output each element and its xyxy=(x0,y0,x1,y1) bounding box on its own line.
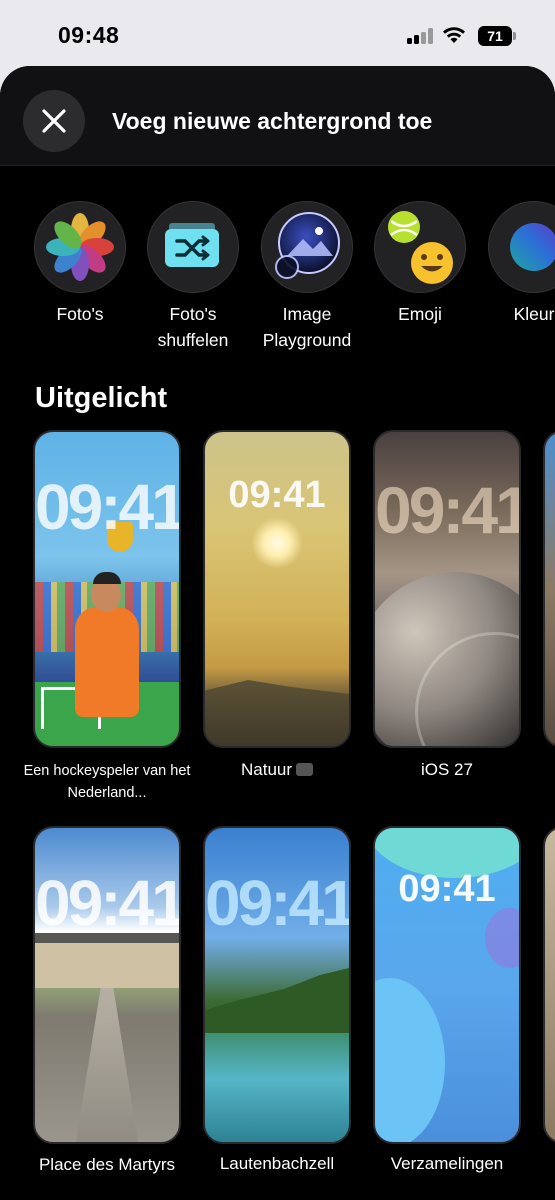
wallpaper-lautenbachzell[interactable]: 09:41 xyxy=(203,826,351,1144)
wallpaper-clock: 09:41 xyxy=(35,471,181,543)
wallpaper-caption: Verzamelingen xyxy=(390,1154,504,1173)
source-emoji[interactable]: Emoji xyxy=(360,201,480,327)
wallpaper-caption: Een hockeyspeler van het Nederland... xyxy=(23,763,191,801)
section-title-featured: Uitgelicht xyxy=(35,382,168,414)
wallpaper-caption: Lautenbachzell xyxy=(219,1154,335,1173)
source-photo-shuffle[interactable]: Foto's shuffelen xyxy=(133,201,253,353)
wallpaper-caption: Place des Martyrs xyxy=(38,1155,176,1174)
wallpaper-caption: Natuur xyxy=(192,758,362,782)
sheet-title: Voeg nieuwe achtergrond toe xyxy=(112,108,433,134)
wallpaper-clock: 09:41 xyxy=(205,867,351,939)
wallpaper-source-row: Foto's Foto's shuffelen Image Playground… xyxy=(0,201,555,361)
add-wallpaper-sheet: Voeg nieuwe achtergrond toe Foto's Foto'… xyxy=(0,66,555,1200)
close-button[interactable] xyxy=(23,90,85,152)
wallpaper-nature[interactable]: 09:41 xyxy=(203,430,351,748)
close-icon xyxy=(42,109,66,133)
battery-icon: 71 xyxy=(478,26,518,46)
wallpaper-clock: 09:41 xyxy=(398,868,496,910)
source-color[interactable]: Kleur xyxy=(474,201,555,327)
color-icon xyxy=(510,223,555,271)
wallpaper-clock: 09:41 xyxy=(35,867,181,939)
shuffle-icon xyxy=(296,763,314,776)
photos-icon xyxy=(46,213,114,281)
source-label: Image Playground xyxy=(262,304,352,350)
wallpaper-hockey-player[interactable]: 09:41 xyxy=(33,430,181,748)
source-label: Foto's xyxy=(56,304,104,324)
wallpaper-caption: iOS 27 xyxy=(421,760,473,779)
source-label: Emoji xyxy=(398,304,442,324)
image-playground-icon xyxy=(275,212,340,279)
source-label: Kleur xyxy=(513,304,555,324)
status-time: 09:48 xyxy=(58,22,120,48)
wallpaper-clock: 09:41 xyxy=(228,474,326,516)
source-label: Foto's shuffelen xyxy=(157,304,229,350)
wallpaper-next-peek[interactable] xyxy=(543,430,555,748)
emoji-icon xyxy=(388,211,453,284)
source-image-playground[interactable]: Image Playground xyxy=(247,201,367,353)
battery-level: 71 xyxy=(478,26,512,46)
wallpaper-clock: 09:41 xyxy=(375,473,521,547)
wifi-icon xyxy=(443,27,465,43)
wallpaper-next-peek[interactable] xyxy=(543,826,555,1144)
status-bar: 09:48 71 xyxy=(0,0,555,66)
wallpaper-collections[interactable]: 09:41 xyxy=(373,826,521,1144)
cellular-signal-icon xyxy=(407,28,433,44)
sheet-header: Voeg nieuwe achtergrond toe xyxy=(0,66,555,166)
wallpaper-ios[interactable]: 09:41 xyxy=(373,430,521,748)
photo-shuffle-icon xyxy=(165,223,219,267)
wallpaper-place-des-martyrs[interactable]: 09:41 xyxy=(33,826,181,1144)
source-photos[interactable]: Foto's xyxy=(20,201,140,327)
